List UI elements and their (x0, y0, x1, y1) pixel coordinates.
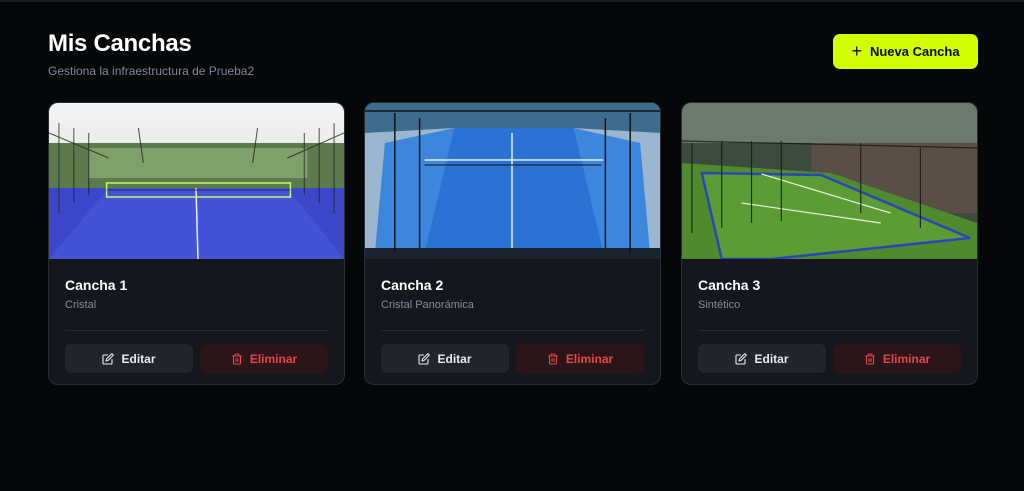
top-border (0, 0, 1024, 2)
edit-label: Editar (754, 351, 789, 366)
delete-button[interactable]: Eliminar (516, 344, 644, 373)
court-card: Cancha 2 Cristal Panorámica Editar Elimi… (364, 102, 661, 385)
court-card: Cancha 3 Sintético Editar Eliminar (681, 102, 978, 385)
trash-icon (864, 352, 875, 365)
court-name: Cancha 2 (381, 277, 444, 293)
edit-icon (418, 352, 431, 365)
page-header: Mis Canchas Gestiona la infraestructura … (48, 30, 978, 78)
delete-label: Eliminar (882, 351, 931, 366)
new-court-label: Nueva Cancha (869, 44, 960, 59)
edit-button[interactable]: Editar (381, 344, 509, 373)
trash-icon (547, 352, 558, 365)
court-image (365, 103, 660, 259)
new-court-button[interactable]: + Nueva Cancha (833, 34, 978, 69)
edit-label: Editar (121, 351, 156, 366)
court-type: Cristal Panorámica (381, 299, 474, 311)
court-card: Cancha 1 Cristal Editar Eliminar (48, 102, 345, 385)
trash-icon (231, 352, 242, 365)
plus-icon: + (851, 40, 862, 61)
delete-button[interactable]: Eliminar (833, 344, 961, 373)
edit-label: Editar (437, 351, 472, 366)
delete-label: Eliminar (565, 351, 614, 366)
edit-icon (735, 352, 748, 365)
court-type: Sintético (698, 299, 741, 311)
edit-icon (102, 352, 115, 365)
edit-button[interactable]: Editar (698, 344, 826, 373)
delete-button[interactable]: Eliminar (200, 344, 328, 373)
edit-button[interactable]: Editar (65, 344, 193, 373)
courts-grid: Cancha 1 Cristal Editar Eliminar Cancha … (48, 102, 978, 385)
court-type: Cristal (65, 299, 97, 311)
court-name: Cancha 1 (65, 277, 128, 293)
delete-label: Eliminar (249, 351, 298, 366)
court-name: Cancha 3 (698, 277, 761, 293)
court-image (49, 103, 344, 259)
court-image (682, 103, 977, 259)
